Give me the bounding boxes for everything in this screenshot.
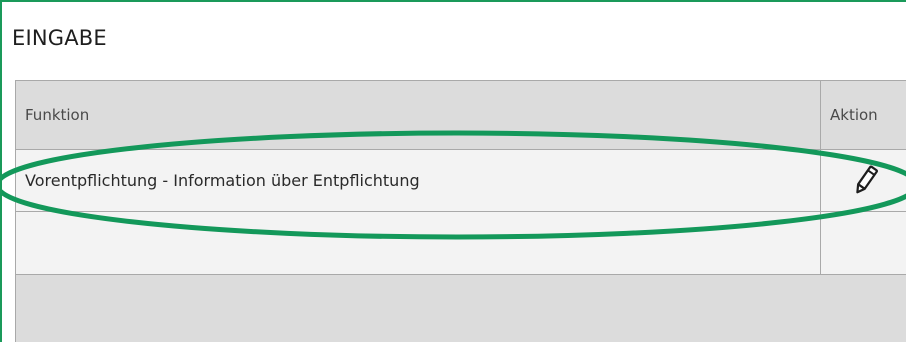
column-header-function-label: Funktion [25,106,90,124]
edit-button[interactable] [851,164,881,196]
function-cell [16,212,821,274]
table-row [16,212,906,275]
function-name: Vorentpflichtung - Information über Entp… [25,171,420,190]
section-title: EINGABE [12,26,107,50]
column-header-action: Aktion [821,81,906,149]
action-cell [821,150,906,211]
column-header-action-label: Aktion [830,106,878,124]
function-table: Funktion Aktion Vorentpflichtung - Infor… [15,80,906,342]
function-cell: Vorentpflichtung - Information über Entp… [16,150,821,211]
eingabe-panel: EINGABE Funktion Aktion Vorentpflichtung… [0,0,906,342]
pencil-icon [856,165,879,194]
table-header-row: Funktion Aktion [16,81,906,150]
action-cell [821,212,906,274]
column-header-function: Funktion [16,81,821,149]
table-row[interactable]: Vorentpflichtung - Information über Entp… [16,150,906,212]
